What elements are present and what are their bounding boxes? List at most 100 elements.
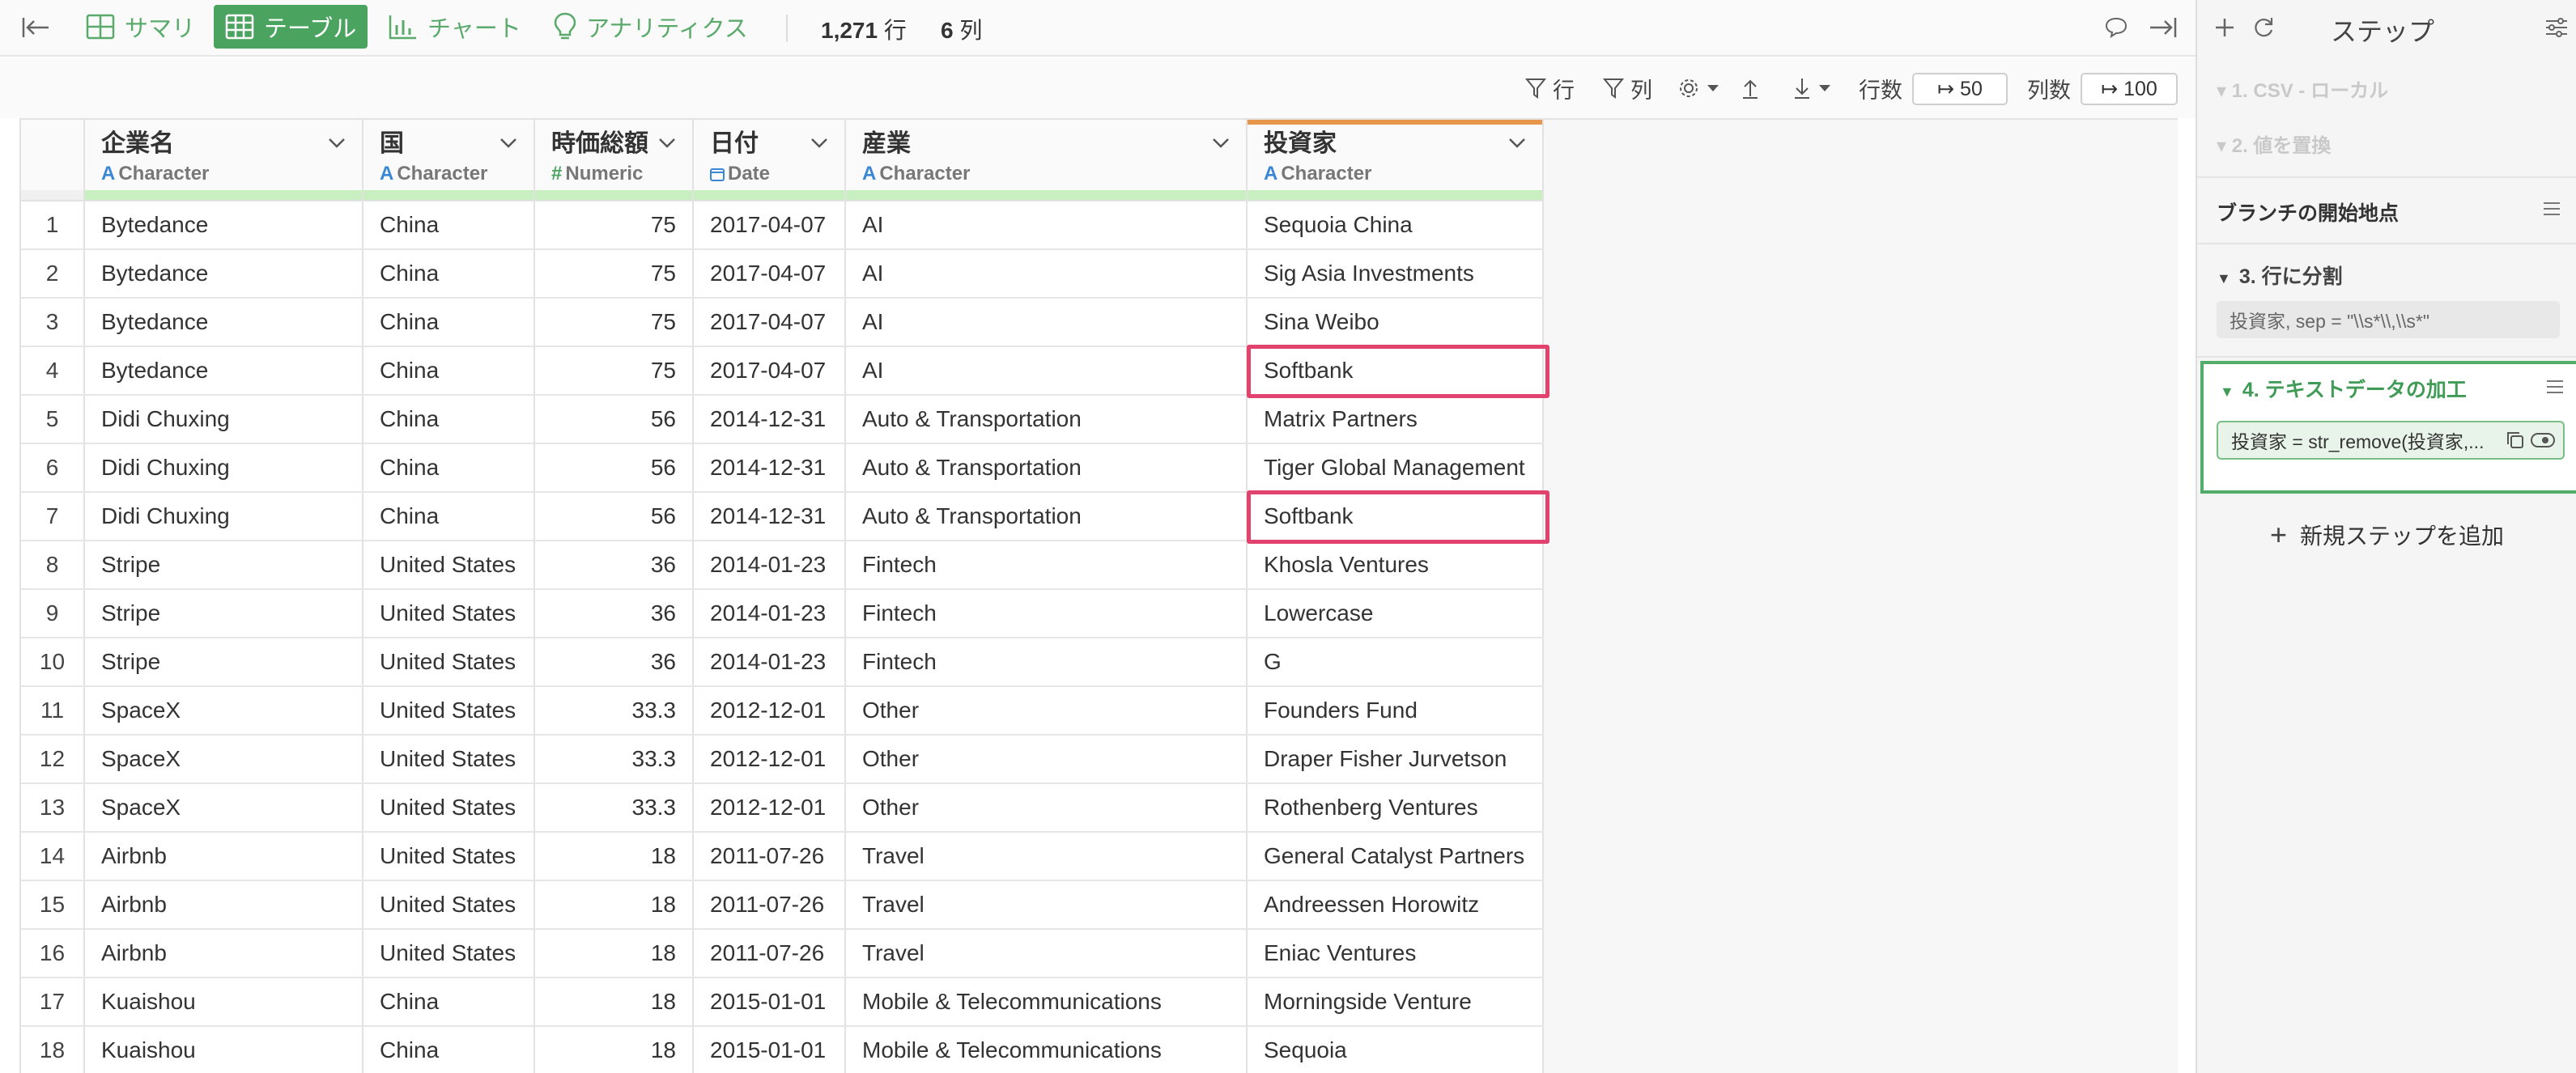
table-cell[interactable]: 2011-07-26 xyxy=(693,832,846,881)
table-cell[interactable]: China xyxy=(363,492,535,541)
step-4-active[interactable]: ▼ 4. テキストデータの加工 投資家 = str_remove(投資家,... xyxy=(2200,361,2576,494)
table-cell[interactable]: China xyxy=(363,1026,535,1073)
chevron-down-icon[interactable] xyxy=(499,138,517,149)
table-cell[interactable]: Fintech xyxy=(845,638,1248,687)
table-cell[interactable]: 2015-01-01 xyxy=(693,1026,846,1073)
sliders-icon[interactable] xyxy=(2540,11,2573,44)
table-cell[interactable]: Other xyxy=(845,735,1248,784)
table-cell[interactable]: China xyxy=(363,201,535,250)
step-3[interactable]: ▼ 3. 行に分割 xyxy=(2217,261,2343,290)
table-cell[interactable]: Mobile & Telecommunications xyxy=(845,1026,1248,1073)
table-row[interactable]: 17 Kuaishou China 18 2015-01-01 Mobile & Tele… xyxy=(21,978,1544,1027)
table-cell[interactable]: AI xyxy=(845,298,1248,347)
rows-input[interactable]: ↦ 50 xyxy=(1912,73,2008,105)
table-cell[interactable]: 2011-07-26 xyxy=(693,929,846,978)
table-cell[interactable]: Auto & Transportation xyxy=(845,395,1248,444)
copy-icon[interactable] xyxy=(2505,430,2526,451)
table-cell[interactable]: Sequoia China xyxy=(1247,201,1544,250)
table-cell[interactable]: 2012-12-01 xyxy=(693,735,846,784)
table-cell[interactable]: 56 xyxy=(534,395,694,444)
table-cell[interactable]: AI xyxy=(845,201,1248,250)
column-header-country[interactable]: 国 A Character xyxy=(363,120,535,201)
table-row[interactable]: 2 Bytedance China 75 2017-04-07 AI Sig Asia In… xyxy=(21,249,1544,299)
step-4-chip[interactable]: 投資家 = str_remove(投資家,... xyxy=(2217,421,2565,460)
table-cell[interactable]: Softbank xyxy=(1247,346,1544,396)
table-cell[interactable]: 2014-12-31 xyxy=(693,395,846,444)
table-cell[interactable]: Other xyxy=(845,686,1248,736)
table-cell[interactable]: Stripe xyxy=(84,638,363,687)
table-cell[interactable]: United States xyxy=(363,783,535,833)
table-cell[interactable]: 2014-01-23 xyxy=(693,638,846,687)
chevron-down-icon[interactable] xyxy=(810,138,828,149)
table-cell[interactable]: Travel xyxy=(845,929,1248,978)
table-cell[interactable]: Bytedance xyxy=(84,346,363,396)
table-cell[interactable]: 2017-04-07 xyxy=(693,298,846,347)
table-cell[interactable]: General Catalyst Partners xyxy=(1247,832,1544,881)
table-row[interactable]: 9 Stripe United States 36 2014-01-23 Fintech L… xyxy=(21,589,1544,638)
table-cell[interactable]: Didi Chuxing xyxy=(84,443,363,493)
table-row[interactable]: 13 SpaceX United States 33.3 2012-12-01 Other… xyxy=(21,783,1544,833)
table-cell[interactable]: 2014-12-31 xyxy=(693,492,846,541)
table-cell[interactable]: Travel xyxy=(845,880,1248,930)
tab-analytics[interactable]: アナリティクス xyxy=(542,5,759,49)
add-icon[interactable] xyxy=(2208,11,2241,44)
table-cell[interactable]: Lowercase xyxy=(1247,589,1544,638)
table-cell[interactable]: 75 xyxy=(534,249,694,299)
chevron-down-icon[interactable] xyxy=(658,138,676,149)
table-row[interactable]: 6 Didi Chuxing China 56 2014-12-31 Auto & Tra… xyxy=(21,443,1544,493)
column-header-industry[interactable]: 産業 A Character xyxy=(845,120,1248,201)
collapse-left-icon[interactable] xyxy=(18,11,53,44)
filter-rows-button[interactable]: 行 xyxy=(1525,73,1575,104)
table-cell[interactable]: Fintech xyxy=(845,589,1248,638)
table-cell[interactable]: Auto & Transportation xyxy=(845,443,1248,493)
table-cell[interactable]: 2014-12-31 xyxy=(693,443,846,493)
column-header-date[interactable]: 日付 Date xyxy=(693,120,846,201)
table-cell[interactable]: Bytedance xyxy=(84,298,363,347)
column-header-investor[interactable]: 投資家 A Character xyxy=(1247,120,1544,201)
table-cell[interactable]: SpaceX xyxy=(84,783,363,833)
table-cell[interactable]: China xyxy=(363,395,535,444)
table-cell[interactable]: Other xyxy=(845,783,1248,833)
tab-table[interactable]: テーブル xyxy=(214,5,368,49)
table-cell[interactable]: 36 xyxy=(534,638,694,687)
table-cell[interactable]: Sina Weibo xyxy=(1247,298,1544,347)
table-cell[interactable]: Stripe xyxy=(84,541,363,590)
table-cell[interactable]: 18 xyxy=(534,929,694,978)
table-cell[interactable]: 75 xyxy=(534,201,694,250)
table-row[interactable]: 12 SpaceX United States 33.3 2012-12-01 Other… xyxy=(21,735,1544,784)
table-row[interactable]: 7 Didi Chuxing China 56 2014-12-31 Auto & Tra… xyxy=(21,492,1544,541)
table-cell[interactable]: SpaceX xyxy=(84,686,363,736)
table-cell[interactable]: United States xyxy=(363,638,535,687)
table-cell[interactable]: 33.3 xyxy=(534,686,694,736)
table-cell[interactable]: AI xyxy=(845,346,1248,396)
table-cell[interactable]: 18 xyxy=(534,1026,694,1073)
table-cell[interactable]: United States xyxy=(363,929,535,978)
table-cell[interactable]: 36 xyxy=(534,541,694,590)
table-row[interactable]: 8 Stripe United States 36 2014-01-23 Fintech K… xyxy=(21,541,1544,590)
step-3-chip[interactable]: 投資家, sep = "\\s*\\,\\s*" xyxy=(2217,301,2560,338)
table-cell[interactable]: 2011-07-26 xyxy=(693,880,846,930)
table-cell[interactable]: Airbnb xyxy=(84,832,363,881)
table-cell[interactable]: China xyxy=(363,978,535,1027)
cols-input[interactable]: ↦ 100 xyxy=(2081,73,2178,105)
table-row[interactable]: 14 Airbnb United States 18 2011-07-26 Travel G… xyxy=(21,832,1544,881)
table-cell[interactable]: Tiger Global Management xyxy=(1247,443,1544,493)
table-cell[interactable]: Draper Fisher Jurvetson xyxy=(1247,735,1544,784)
table-cell[interactable]: G xyxy=(1247,638,1544,687)
table-cell[interactable]: 33.3 xyxy=(534,783,694,833)
table-cell[interactable]: Bytedance xyxy=(84,249,363,299)
comment-icon[interactable] xyxy=(2100,11,2132,44)
table-cell[interactable]: Eniac Ventures xyxy=(1247,929,1544,978)
table-cell[interactable]: 2014-01-23 xyxy=(693,541,846,590)
chevron-down-icon[interactable] xyxy=(1212,138,1230,149)
table-cell[interactable]: United States xyxy=(363,541,535,590)
table-cell[interactable]: Sig Asia Investments xyxy=(1247,249,1544,299)
chevron-down-icon[interactable] xyxy=(328,138,346,149)
table-row[interactable]: 18 Kuaishou China 18 2015-01-01 Mobile & Tele… xyxy=(21,1026,1544,1073)
table-cell[interactable]: Founders Fund xyxy=(1247,686,1544,736)
refresh-icon[interactable] xyxy=(2247,11,2280,44)
settings-dropdown[interactable] xyxy=(1677,73,1726,104)
download-dropdown[interactable] xyxy=(1792,73,1838,104)
table-cell[interactable]: Didi Chuxing xyxy=(84,492,363,541)
step-2[interactable]: ▾ 2. 値を置換 xyxy=(2217,129,2331,158)
